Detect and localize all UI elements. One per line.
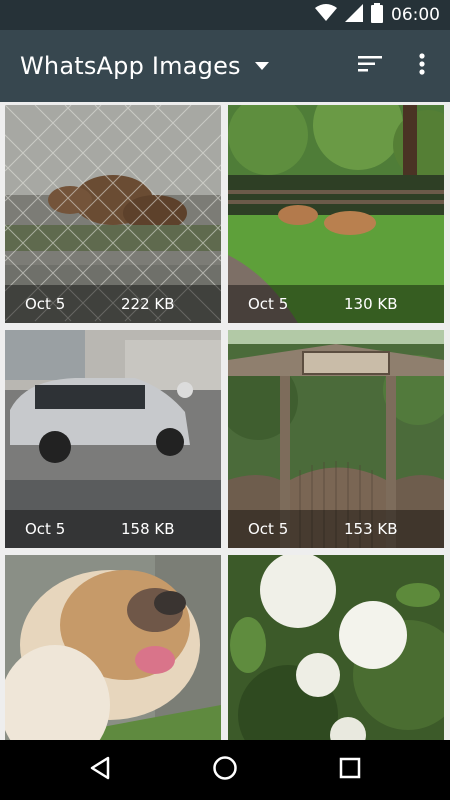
page-title: WhatsApp Images (20, 52, 241, 80)
status-bar: 06:00 (0, 0, 450, 30)
image-caption: Oct 5 222 KB (5, 285, 221, 323)
image-size: 153 KB (344, 520, 398, 538)
image-tile-car[interactable]: Oct 5 158 KB (5, 330, 221, 548)
image-date: Oct 5 (248, 520, 289, 538)
image-tile-deer[interactable]: Oct 5 130 KB (228, 105, 444, 323)
battery-icon (371, 2, 383, 28)
image-caption: Oct 5 130 KB (228, 285, 444, 323)
album-selector[interactable]: WhatsApp Images (20, 30, 269, 102)
sort-button[interactable] (352, 48, 388, 84)
image-date: Oct 5 (25, 295, 66, 313)
bulldog-photo (5, 555, 221, 740)
image-tile-bulldog[interactable] (5, 555, 221, 740)
home-icon (212, 755, 238, 786)
recents-icon (339, 757, 361, 784)
back-button[interactable] (80, 750, 120, 790)
image-grid: Oct 5 222 KB Oct 5 130 KB Oct 5 158 KB O… (0, 102, 450, 740)
image-date: Oct 5 (248, 295, 289, 313)
image-caption: Oct 5 158 KB (5, 510, 221, 548)
more-options-button[interactable] (404, 48, 440, 84)
image-tile-boars[interactable]: Oct 5 222 KB (5, 105, 221, 323)
sort-icon (358, 55, 382, 77)
flowers-photo (228, 555, 444, 740)
image-caption: Oct 5 153 KB (228, 510, 444, 548)
dropdown-arrow-icon (254, 57, 269, 75)
signal-icon (345, 3, 363, 27)
image-size: 222 KB (121, 295, 175, 313)
home-button[interactable] (205, 750, 245, 790)
navigation-bar (0, 740, 450, 800)
image-size: 130 KB (344, 295, 398, 313)
app-toolbar: WhatsApp Images (0, 30, 450, 102)
image-size: 158 KB (121, 520, 175, 538)
back-icon (89, 756, 111, 785)
image-tile-flowers[interactable] (228, 555, 444, 740)
recents-button[interactable] (330, 750, 370, 790)
image-tile-gate[interactable]: Oct 5 153 KB (228, 330, 444, 548)
wifi-icon (315, 3, 337, 27)
status-time: 06:00 (391, 5, 440, 25)
more-vert-icon (419, 52, 425, 80)
image-date: Oct 5 (25, 520, 66, 538)
status-icons: 06:00 (315, 0, 440, 30)
